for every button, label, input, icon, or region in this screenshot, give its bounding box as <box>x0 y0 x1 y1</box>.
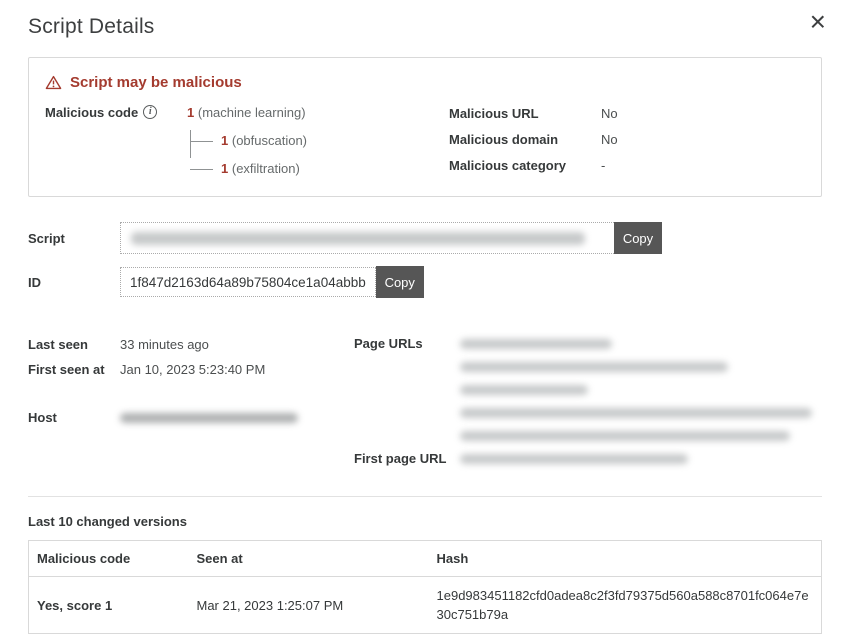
malicious-warning-panel: Script may be malicious Malicious code i… <box>28 57 822 197</box>
malicious-domain-label: Malicious domain <box>449 131 601 148</box>
script-copy-button[interactable]: Copy <box>614 222 662 254</box>
malicious-category-value: - <box>601 157 605 174</box>
tree-root-label: (machine learning) <box>198 105 306 120</box>
tree-root: 1 (machine learning) <box>187 104 307 122</box>
column-hash: Hash <box>429 541 822 577</box>
id-value: 1f847d2163d64a89b75804ce1a04abbb <box>120 267 376 297</box>
malicious-code-label: Malicious code <box>45 104 138 122</box>
first-seen-row: First seen at Jan 10, 2023 5:23:40 PM <box>28 357 354 382</box>
malicious-code-tree: 1 (machine learning) 1 (obfuscation) 1 (… <box>187 104 307 178</box>
meta-section: Last seen 33 minutes ago First seen at J… <box>28 332 826 470</box>
version-malicious-code: Yes, score 1 <box>29 577 189 634</box>
tree-child-label: (exfiltration) <box>232 161 300 176</box>
tree-child-label: (obfuscation) <box>232 133 307 148</box>
host-row: Host <box>28 405 354 430</box>
malicious-category-row: Malicious category - <box>449 157 805 174</box>
version-seen-at: Mar 21, 2023 1:25:07 PM <box>189 577 429 634</box>
id-field-row: ID 1f847d2163d64a89b75804ce1a04abbb Copy <box>28 267 826 297</box>
tree-children: 1 (obfuscation) 1 (exfiltration) <box>190 132 307 178</box>
page-urls-block: Page URLs <box>354 332 826 447</box>
malicious-url-row: Malicious URL No <box>449 105 805 122</box>
info-icon[interactable]: i <box>143 105 157 119</box>
page-urls-label: Page URLs <box>354 332 460 447</box>
column-malicious-code: Malicious code <box>29 541 189 577</box>
script-details-modal: Script Details × Script may be malicious… <box>0 0 850 644</box>
versions-table: Malicious code Seen at Hash Yes, score 1… <box>28 540 822 634</box>
script-value-box: Copy <box>120 222 662 254</box>
redacted-first-page-url <box>460 447 826 470</box>
warning-icon <box>45 75 62 90</box>
warning-title: Script may be malicious <box>70 74 242 91</box>
tree-child-exfiltration: 1 (exfiltration) <box>221 160 307 178</box>
section-divider <box>28 496 822 497</box>
malicious-url-label: Malicious URL <box>449 105 601 122</box>
version-hash: 1e9d983451182cfd0adea8c2f3fd79375d560a58… <box>429 577 822 634</box>
id-value-box: 1f847d2163d64a89b75804ce1a04abbb Copy <box>120 267 424 297</box>
malicious-url-value: No <box>601 105 618 122</box>
malicious-code-label-row: Malicious code i <box>45 104 187 178</box>
id-copy-button[interactable]: Copy <box>376 266 424 298</box>
malicious-domain-value: No <box>601 131 618 148</box>
first-page-url-label: First page URL <box>354 447 460 470</box>
malicious-code-block: Malicious code i 1 (machine learning) 1 … <box>45 104 449 178</box>
redacted-host-value <box>120 405 298 430</box>
malicious-flags-block: Malicious URL No Malicious domain No Mal… <box>449 104 805 178</box>
first-seen-label: First seen at <box>28 357 120 382</box>
redacted-script-value <box>121 223 614 253</box>
first-seen-value: Jan 10, 2023 5:23:40 PM <box>120 357 265 382</box>
first-page-url-block: First page URL <box>354 447 826 470</box>
redacted-page-urls <box>460 332 826 447</box>
close-icon: × <box>810 6 826 37</box>
malicious-category-label: Malicious category <box>449 157 601 174</box>
meta-right-column: Page URLs First page URL <box>354 332 826 470</box>
close-button[interactable]: × <box>804 2 832 42</box>
tree-root-score: 1 <box>187 105 194 120</box>
script-field-row: Script Copy <box>28 222 826 254</box>
warning-content: Malicious code i 1 (machine learning) 1 … <box>45 104 805 178</box>
page-title: Script Details <box>24 15 826 39</box>
script-label: Script <box>28 231 120 246</box>
meta-left-column: Last seen 33 minutes ago First seen at J… <box>28 332 354 470</box>
tree-child-score: 1 <box>221 133 228 148</box>
table-row: Yes, score 1 Mar 21, 2023 1:25:07 PM 1e9… <box>29 577 822 634</box>
last-seen-label: Last seen <box>28 332 120 357</box>
tree-child-obfuscation: 1 (obfuscation) <box>221 132 307 150</box>
modal-header: Script Details × <box>24 0 826 39</box>
host-label: Host <box>28 405 120 430</box>
tree-child-score: 1 <box>221 161 228 176</box>
versions-heading: Last 10 changed versions <box>28 514 826 529</box>
last-seen-value: 33 minutes ago <box>120 332 209 357</box>
versions-header-row: Malicious code Seen at Hash <box>29 541 822 577</box>
id-label: ID <box>28 275 120 290</box>
warning-title-row: Script may be malicious <box>45 74 805 91</box>
last-seen-row: Last seen 33 minutes ago <box>28 332 354 357</box>
column-seen-at: Seen at <box>189 541 429 577</box>
malicious-domain-row: Malicious domain No <box>449 131 805 148</box>
